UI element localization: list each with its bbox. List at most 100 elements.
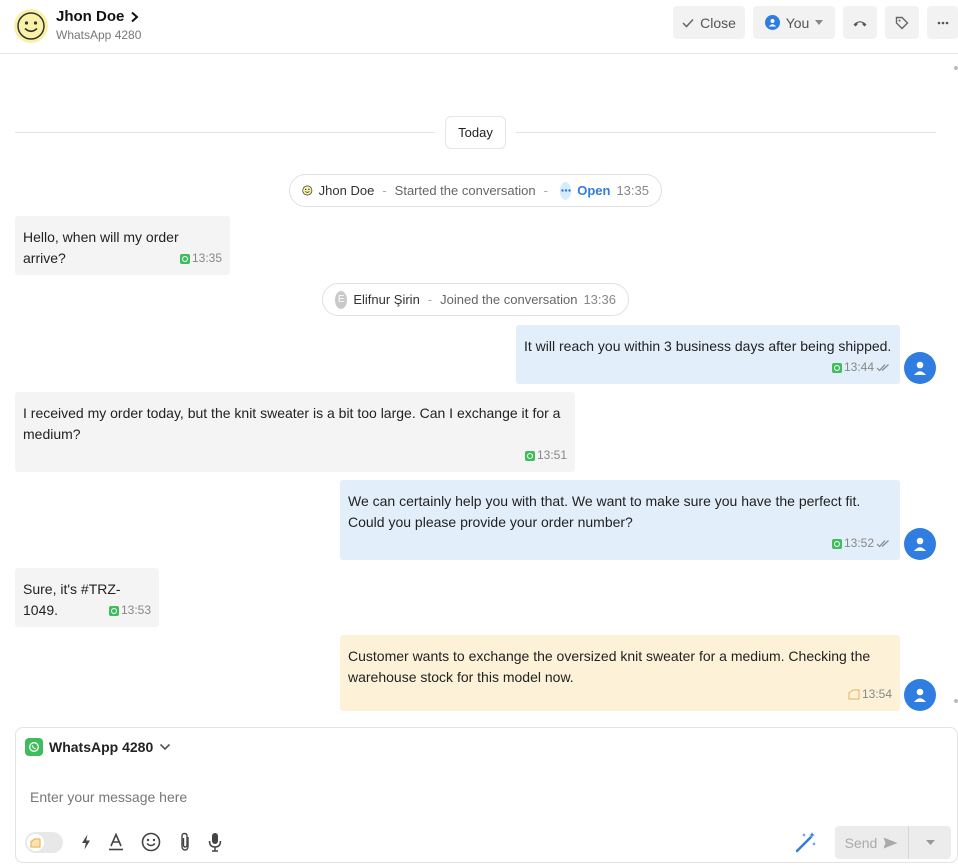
user-icon <box>764 15 780 30</box>
more-horizontal-icon <box>937 21 948 24</box>
message-text: I received my order today, but the knit … <box>23 405 561 442</box>
emoji-icon <box>141 832 161 852</box>
status-badge: Open <box>577 183 611 198</box>
text-format-button[interactable] <box>106 830 126 854</box>
chevron-right-icon <box>131 11 139 22</box>
text-format-icon <box>109 833 123 851</box>
smile-icon <box>17 12 45 40</box>
contact-name-link[interactable]: Jhon Doe <box>56 8 139 25</box>
date-divider-line-right <box>516 132 936 133</box>
whatsapp-icon <box>108 605 119 616</box>
channel-name: WhatsApp 4280 <box>49 739 154 755</box>
date-divider-line-left <box>15 132 435 133</box>
scrollbar-bottom[interactable] <box>954 699 958 703</box>
message-incoming[interactable]: I received my order today, but the knit … <box>15 392 575 472</box>
event-action: Joined the conversation <box>440 292 578 307</box>
message-meta: 13:51 <box>524 445 567 466</box>
user-icon <box>914 361 926 375</box>
message-meta: 13:53 <box>108 600 151 621</box>
ai-assist-button[interactable] <box>794 830 818 854</box>
message-time: 13:44 <box>843 360 874 374</box>
whatsapp-icon <box>831 538 842 549</box>
assignee-label: You <box>785 14 810 31</box>
message-time: 13:35 <box>191 251 222 265</box>
agent-avatar <box>904 528 936 560</box>
message-incoming[interactable]: Hello, when will my order arrive? 13:35 <box>15 216 230 275</box>
close-label: Close <box>700 14 736 31</box>
send-options-dropdown[interactable] <box>909 826 951 859</box>
send-icon <box>883 837 898 848</box>
agent-avatar <box>904 352 936 384</box>
message-list[interactable]: Today Jhon Doe - Started the conversatio… <box>0 54 958 726</box>
message-text: Hello, when will my order arrive? <box>23 229 179 266</box>
event-started-conversation: Jhon Doe - Started the conversation - Op… <box>289 174 662 207</box>
magic-wand-icon <box>795 832 816 853</box>
whatsapp-icon <box>179 253 190 264</box>
smile-icon <box>302 185 313 196</box>
voice-record-button[interactable] <box>206 830 224 854</box>
message-meta: 13:44 <box>831 357 892 378</box>
message-text: It will reach you within 3 business days… <box>524 338 892 354</box>
double-check-icon <box>876 364 889 372</box>
caret-down-icon <box>925 840 935 845</box>
message-incoming[interactable]: Sure, it's #TRZ-1049. 13:53 <box>15 568 159 627</box>
note-icon <box>27 834 44 851</box>
more-options-button[interactable] <box>927 6 958 39</box>
message-text: Sure, it's #TRZ-1049. <box>23 581 121 618</box>
message-outgoing[interactable]: We can certainly help you with that. We … <box>340 480 900 560</box>
status-icon <box>559 181 572 200</box>
quick-reply-button[interactable] <box>78 830 94 854</box>
date-divider: Today <box>445 116 506 149</box>
event-separator: - <box>382 183 387 198</box>
message-time: 13:52 <box>843 536 874 550</box>
user-icon <box>914 537 926 551</box>
contact-name: Jhon Doe <box>56 8 125 25</box>
paperclip-icon <box>181 832 189 851</box>
send-button[interactable]: Send <box>835 826 909 859</box>
message-time: 13:54 <box>861 687 892 701</box>
whatsapp-icon <box>524 450 535 461</box>
message-text: Customer wants to exchange the oversized… <box>348 648 871 685</box>
call-button[interactable] <box>843 6 877 39</box>
tag-icon <box>895 16 909 29</box>
contact-channel: WhatsApp 4280 <box>56 28 142 42</box>
message-meta: 13:52 <box>831 533 892 554</box>
phone-hangup-icon <box>853 20 867 26</box>
message-time: 13:51 <box>536 448 567 462</box>
send-button-group: Send <box>835 826 951 859</box>
emoji-button[interactable] <box>140 830 162 854</box>
event-actor-name: Jhon Doe <box>318 183 375 198</box>
contact-avatar[interactable] <box>14 9 48 43</box>
check-icon <box>682 18 694 28</box>
assignee-dropdown[interactable]: You <box>753 6 835 39</box>
chevron-down-icon <box>160 743 171 751</box>
channel-selector[interactable]: WhatsApp 4280 <box>25 738 171 756</box>
microphone-icon <box>208 833 222 852</box>
message-outgoing[interactable]: It will reach you within 3 business days… <box>516 325 900 384</box>
attachment-button[interactable] <box>176 830 194 854</box>
event-action: Started the conversation <box>394 183 536 198</box>
message-input[interactable] <box>30 786 790 808</box>
message-time: 13:53 <box>120 603 151 617</box>
send-label: Send <box>844 834 878 851</box>
message-text: We can certainly help you with that. We … <box>348 493 861 530</box>
lightning-icon <box>82 834 90 850</box>
event-time: 13:36 <box>583 292 616 307</box>
whatsapp-icon <box>25 738 43 756</box>
tag-button[interactable] <box>885 6 919 39</box>
scrollbar-top[interactable] <box>954 66 958 70</box>
caret-down-icon <box>815 20 824 25</box>
note-icon <box>848 689 860 700</box>
internal-note-toggle[interactable] <box>25 832 63 853</box>
agent-avatar <box>904 679 936 711</box>
double-check-icon <box>876 540 889 548</box>
event-time: 13:35 <box>616 183 649 198</box>
event-separator: - <box>427 292 433 307</box>
close-conversation-button[interactable]: Close <box>673 6 745 39</box>
event-actor-name: Elifnur Şirin <box>353 292 420 307</box>
user-icon <box>914 688 926 702</box>
event-joined-conversation: E Elifnur Şirin - Joined the conversatio… <box>322 283 629 316</box>
event-separator: - <box>543 183 548 198</box>
message-meta: 13:35 <box>179 248 222 269</box>
internal-note[interactable]: Customer wants to exchange the oversized… <box>340 635 900 711</box>
